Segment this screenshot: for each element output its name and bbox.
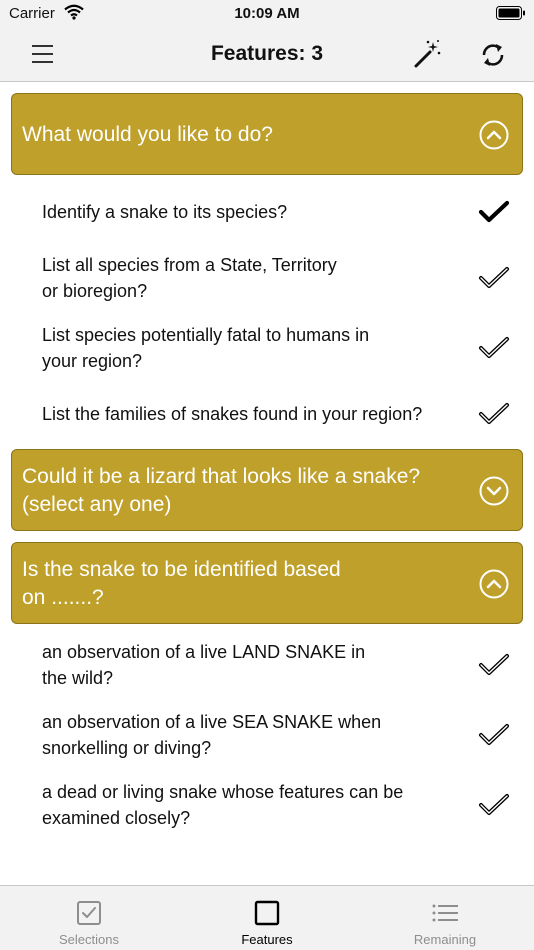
tab-label: Selections xyxy=(59,932,119,947)
section-title-line1: Is the snake to be identified based xyxy=(22,558,341,581)
list-icon xyxy=(430,898,460,928)
option-label-line1: List species potentially fatal to humans… xyxy=(42,325,370,345)
chevron-up-icon xyxy=(478,568,510,600)
option-label-line1: List all species from a State, Territory xyxy=(42,255,337,275)
checkmark-outline-icon xyxy=(478,722,510,748)
checkmark-outline-icon xyxy=(478,652,510,678)
status-bar: Carrier 10:09 AM xyxy=(0,0,534,28)
section-header-what-to-do[interactable]: What would you like to do? xyxy=(11,93,523,175)
refresh-icon[interactable] xyxy=(476,38,510,72)
option-label-line2: examined closely? xyxy=(42,808,191,828)
clock: 10:09 AM xyxy=(234,5,300,22)
battery-icon xyxy=(496,6,526,24)
page-title: Features: 3 xyxy=(210,42,324,65)
option-label: Identify a snake to its species? xyxy=(42,202,288,222)
checkmark-outline-icon xyxy=(478,265,510,291)
tab-remaining[interactable]: Remaining xyxy=(356,886,534,950)
option-label-line1: an observation of a live LAND SNAKE in xyxy=(42,642,366,662)
option-identify-species[interactable]: Identify a snake to its species? xyxy=(0,197,534,227)
tab-label: Remaining xyxy=(413,932,477,947)
section-title-line2: on .......? xyxy=(22,586,104,609)
section-title-line2: (select any one) xyxy=(22,493,172,516)
option-list-fatal-species[interactable]: List species potentially fatal to humans… xyxy=(0,321,534,377)
option-land-snake[interactable]: an observation of a live LAND SNAKE in t… xyxy=(0,639,534,695)
option-label-line2: or bioregion? xyxy=(42,281,148,301)
option-list-by-state[interactable]: List all species from a State, Territory… xyxy=(0,251,534,307)
option-label: List the families of snakes found in you… xyxy=(42,404,423,424)
option-label-line1: an observation of a live SEA SNAKE when xyxy=(42,712,382,732)
tab-bar: Selections Features Remaining xyxy=(0,885,534,950)
checkmark-outline-icon xyxy=(478,792,510,818)
section-title: What would you like to do? xyxy=(22,123,273,146)
option-dead-or-living-snake[interactable]: a dead or living snake whose features ca… xyxy=(0,779,534,835)
checkbox-icon xyxy=(74,898,104,928)
tab-features[interactable]: Features xyxy=(178,886,356,950)
option-label-line1: a dead or living snake whose features ca… xyxy=(42,782,404,802)
square-icon xyxy=(252,898,282,928)
checkmark-outline-icon xyxy=(478,335,510,361)
option-list-families[interactable]: List the families of snakes found in you… xyxy=(0,399,534,429)
chevron-up-icon xyxy=(478,119,510,151)
section-header-identification-basis[interactable]: Is the snake to be identified based on .… xyxy=(11,542,523,624)
option-label-line2: snorkelling or diving? xyxy=(42,738,212,758)
option-label-line2: the wild? xyxy=(42,668,114,688)
checkmark-filled-icon xyxy=(478,199,510,225)
section-header-lizard[interactable]: Could it be a lizard that looks like a s… xyxy=(11,449,523,531)
tab-label: Features xyxy=(241,932,293,947)
section-title-line1: Could it be a lizard that looks like a s… xyxy=(22,465,421,488)
chevron-down-icon xyxy=(478,475,510,507)
navigation-bar: Features: 3 xyxy=(0,28,534,82)
option-sea-snake[interactable]: an observation of a live SEA SNAKE when … xyxy=(0,709,534,765)
tab-selections[interactable]: Selections xyxy=(0,886,178,950)
features-list: What would you like to do? Identify a sn… xyxy=(0,83,534,885)
checkmark-outline-icon xyxy=(478,401,510,427)
magic-wand-icon[interactable] xyxy=(410,38,444,72)
option-label-line2: your region? xyxy=(42,351,143,371)
